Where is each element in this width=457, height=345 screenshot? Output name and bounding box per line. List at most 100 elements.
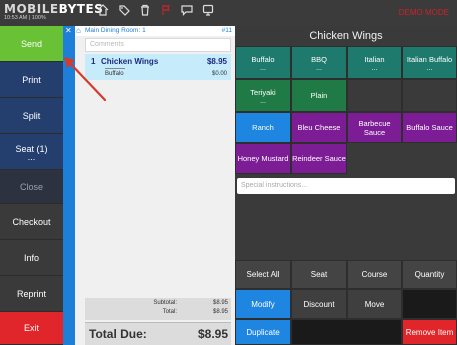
- modifier-label: Buffalo Sauce: [406, 123, 453, 132]
- info-button[interactable]: Info: [0, 240, 63, 276]
- modifier-italian[interactable]: Italian...: [347, 46, 402, 79]
- modifier-bbq[interactable]: BBQ...: [291, 46, 347, 79]
- duplicate-label: Duplicate: [246, 327, 280, 337]
- modifier-label: Italian Buffalo: [406, 54, 453, 64]
- ticket-number: #11: [221, 27, 232, 34]
- table-home-icon[interactable]: ⌂: [76, 26, 81, 35]
- total-due-value: $8.95: [197, 327, 228, 341]
- more-options-indicator: ...: [316, 64, 322, 72]
- screen-icon[interactable]: [201, 3, 215, 17]
- modifier-slot-empty: [402, 79, 457, 112]
- pos-app: MOBILEBYTES 10:53 AM | 100% DEMO MODE Se…: [0, 0, 457, 345]
- modify-label: Modify: [251, 299, 275, 309]
- seat-button[interactable]: Seat (1)...: [0, 134, 63, 170]
- status-line: 10:53 AM | 100%: [4, 15, 46, 21]
- more-options-indicator: ...: [426, 64, 433, 72]
- more-options-indicator: ...: [260, 97, 266, 105]
- split-button[interactable]: Split: [0, 98, 63, 134]
- modifier-slot-empty: [347, 79, 402, 112]
- top-toolbar: [96, 3, 215, 17]
- top-bar: MOBILEBYTES 10:53 AM | 100% DEMO MODE: [0, 0, 457, 26]
- home-icon[interactable]: [96, 3, 110, 17]
- more-options-indicator: ...: [260, 64, 266, 72]
- exit-label: Exit: [23, 323, 39, 333]
- discount-label: Discount: [303, 299, 335, 309]
- close-ticket-icon[interactable]: ✕: [65, 26, 72, 35]
- item-modifier-price: $0.00: [211, 71, 227, 77]
- modifier-label: Buffalo: [251, 54, 275, 64]
- modifier-italian-buffalo[interactable]: Italian Buffalo...: [402, 46, 457, 79]
- modifier-label: Honey Mustard: [237, 154, 289, 163]
- item-divider: [105, 68, 125, 69]
- brand-logo: MOBILEBYTES: [4, 2, 104, 16]
- modifier-label: Bleu Cheese: [297, 123, 341, 132]
- modifier-buffalo-sauce[interactable]: Buffalo Sauce: [402, 112, 457, 143]
- seat-assign-label: Seat: [310, 270, 328, 279]
- comments-field[interactable]: Comments: [85, 38, 231, 52]
- checkout-label: Checkout: [12, 216, 51, 227]
- panel-title: Chicken Wings: [235, 26, 457, 46]
- modifier-label: Barbecue Sauce: [358, 118, 391, 137]
- select-all-label: Select All: [246, 270, 280, 279]
- info-label: Info: [23, 252, 39, 263]
- modifier-label: Plain: [310, 91, 328, 100]
- quantity-label: Quantity: [414, 270, 445, 279]
- course-button[interactable]: Course: [347, 260, 402, 289]
- modifier-honey-mustard[interactable]: Honey Mustard: [235, 143, 291, 174]
- item-price: $8.95: [206, 57, 227, 66]
- modifier-label: BBQ: [311, 54, 327, 64]
- print-button[interactable]: Print: [0, 62, 63, 98]
- trash-icon[interactable]: [138, 3, 152, 17]
- send-label: Send: [20, 38, 43, 49]
- order-ticket: Comments 1 Chicken Wings $8.95 Buffalo $…: [75, 36, 235, 345]
- tag-icon[interactable]: [117, 3, 131, 17]
- ticket-totals: Subtotal: $8.95 Total: $8.95: [85, 298, 231, 320]
- exit-button[interactable]: Exit: [0, 312, 63, 345]
- modifier-ranch[interactable]: Ranch: [235, 112, 291, 143]
- chat-icon[interactable]: [180, 3, 194, 17]
- close-button[interactable]: Close: [0, 170, 63, 204]
- reprint-button[interactable]: Reprint: [0, 276, 63, 312]
- close-label: Close: [19, 181, 43, 192]
- modifier-plain[interactable]: Plain: [291, 79, 347, 112]
- modifier-barbecue-sauce[interactable]: Barbecue Sauce: [347, 112, 402, 143]
- modifier-label: Ranch: [252, 123, 274, 132]
- send-button[interactable]: Send: [0, 26, 63, 62]
- print-label: Print: [22, 74, 41, 85]
- action-slot-empty: [402, 289, 457, 319]
- quantity-button[interactable]: Quantity: [402, 260, 457, 289]
- item-quantity: 1: [91, 57, 96, 66]
- flag-icon[interactable]: [159, 3, 173, 17]
- modifier-bleu-cheese[interactable]: Bleu Cheese: [291, 112, 347, 143]
- discount-button[interactable]: Discount: [291, 289, 347, 319]
- special-instructions-input[interactable]: Special instructions...: [237, 178, 455, 194]
- select-all-button[interactable]: Select All: [235, 260, 291, 289]
- total-due-bar: Total Due: $8.95: [85, 322, 231, 345]
- ticket-header: ⌂ Main Dining Room: 1 #11: [75, 26, 235, 36]
- ticket-collapse-strip[interactable]: ✕: [63, 26, 75, 345]
- modifier-teriyaki[interactable]: Teriyaki...: [235, 79, 291, 112]
- duplicate-button[interactable]: Duplicate: [235, 319, 291, 345]
- seat-more-indicator: ...: [27, 151, 36, 162]
- action-slot-empty: [291, 319, 402, 345]
- item-name: Chicken Wings: [101, 57, 159, 66]
- subtotal-value: $8.95: [212, 300, 228, 306]
- ticket-item-row[interactable]: 1 Chicken Wings $8.95 Buffalo $0.00: [85, 54, 231, 80]
- modifier-reindeer-sauce[interactable]: Reindeer Sauce: [291, 143, 347, 174]
- room-label: Main Dining Room: 1: [85, 27, 146, 34]
- subtotal-label: Subtotal:: [153, 300, 177, 306]
- seat-assign-button[interactable]: Seat: [291, 260, 347, 289]
- checkout-button[interactable]: Checkout: [0, 204, 63, 240]
- item-modifier-name: Buffalo: [105, 71, 124, 77]
- total-due-label: Total Due:: [89, 327, 147, 341]
- split-label: Split: [22, 110, 41, 121]
- remove-item-button[interactable]: Remove Item: [402, 319, 457, 345]
- modifier-panel: Chicken Wings Buffalo... BBQ... Italian.…: [235, 26, 457, 345]
- mode-label: DEMO MODE: [398, 8, 449, 17]
- remove-item-label: Remove Item: [405, 327, 454, 337]
- modifier-buffalo[interactable]: Buffalo...: [235, 46, 291, 79]
- modify-button[interactable]: Modify: [235, 289, 291, 319]
- course-label: Course: [361, 270, 388, 279]
- total-label: Total:: [162, 309, 177, 315]
- move-button[interactable]: Move: [347, 289, 402, 319]
